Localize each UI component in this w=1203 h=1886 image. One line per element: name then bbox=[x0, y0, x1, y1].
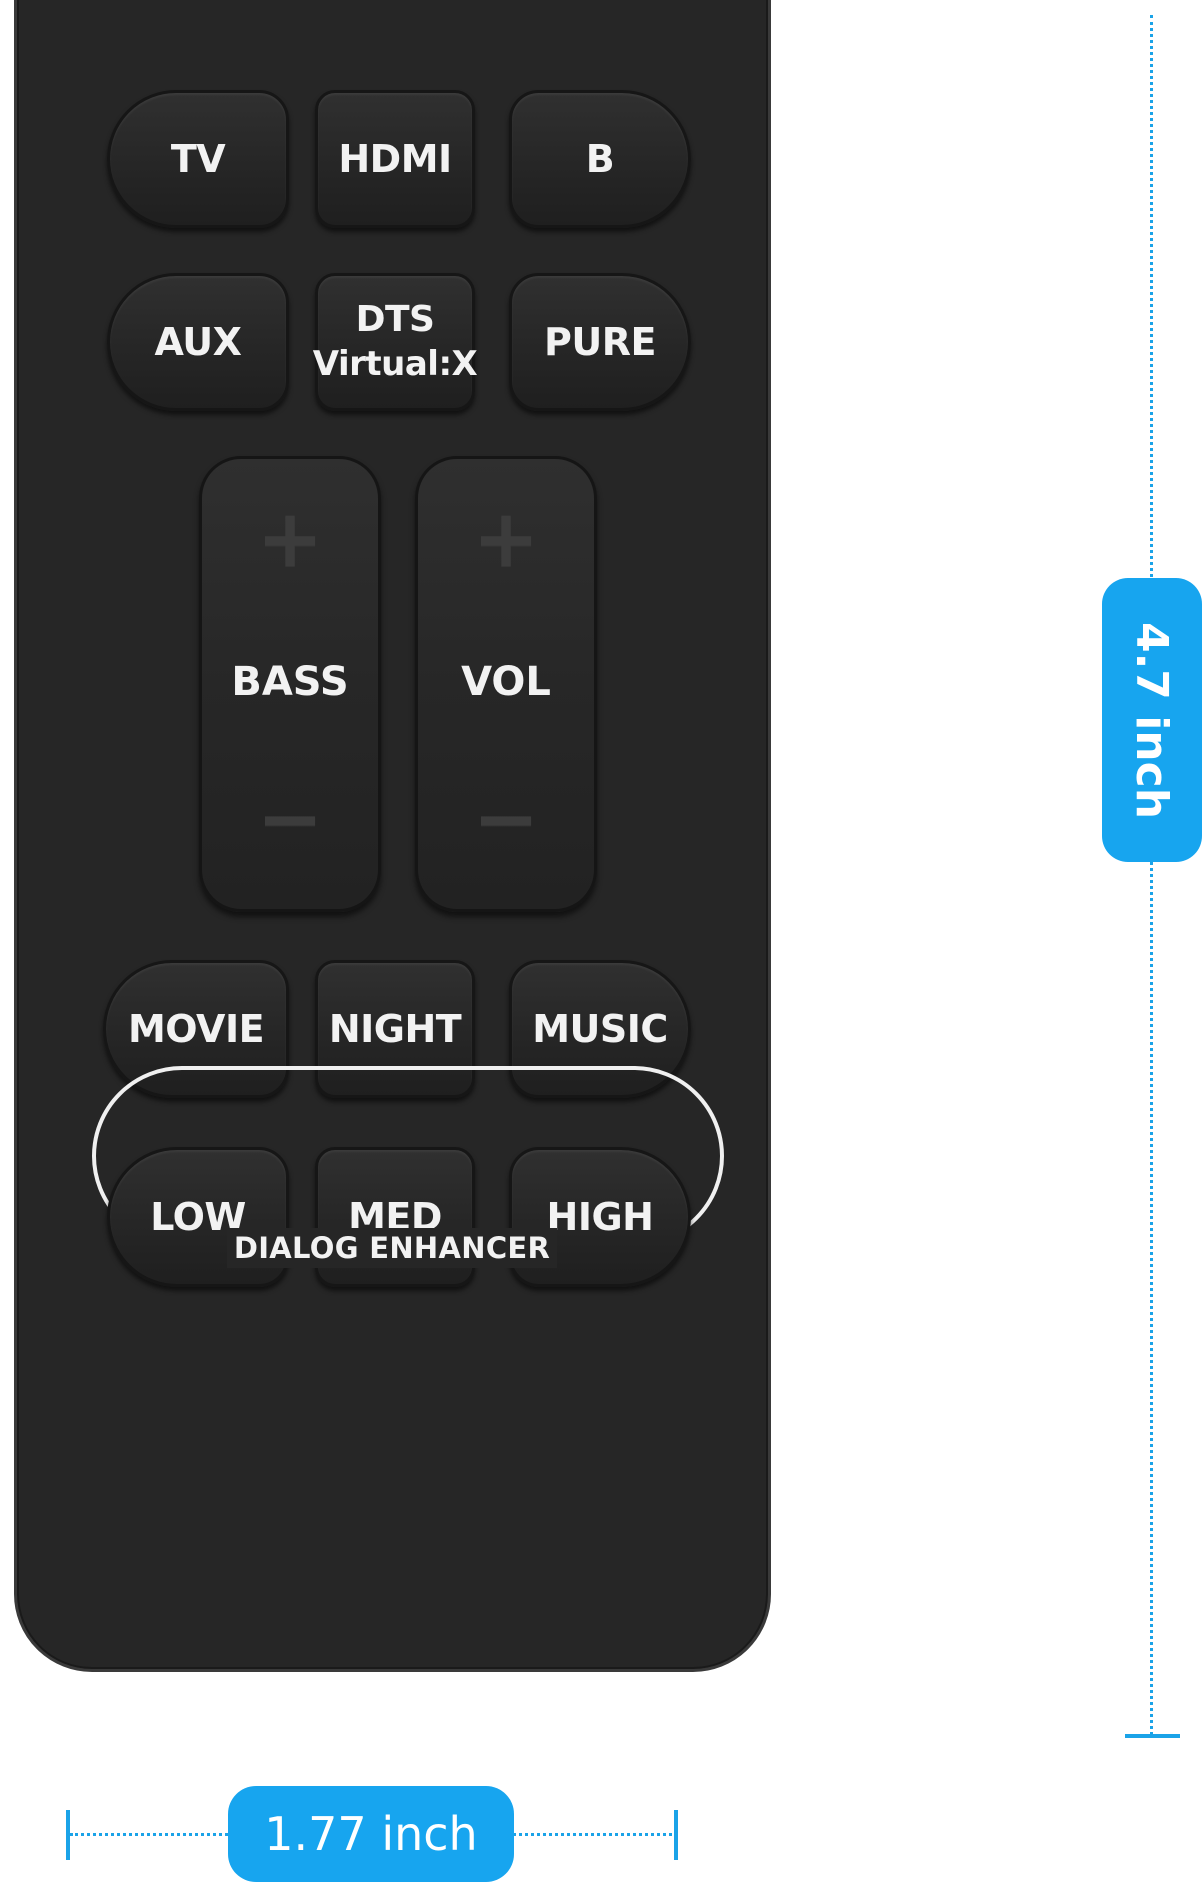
night-button-label: NIGHT bbox=[328, 1007, 462, 1051]
remote-control-body: TV HDMI B AUX DTS Virtual:X PURE + BASS … bbox=[14, 0, 771, 1672]
tv-button-label: TV bbox=[170, 137, 226, 181]
vol-minus-icon[interactable]: − bbox=[418, 779, 594, 859]
high-button-label: HIGH bbox=[546, 1195, 654, 1239]
width-dimension-badge: 1.77 inch bbox=[228, 1786, 514, 1882]
vol-plus-icon[interactable]: + bbox=[418, 499, 594, 579]
height-dimension-cap bbox=[1125, 1734, 1180, 1738]
width-dimension-text: 1.77 inch bbox=[264, 1807, 478, 1861]
bass-minus-icon[interactable]: − bbox=[202, 779, 378, 859]
bass-plus-icon[interactable]: + bbox=[202, 499, 378, 579]
height-dimension-text: 4.7 inch bbox=[1126, 621, 1178, 819]
dts-virtual-x-button[interactable]: DTS Virtual:X bbox=[312, 273, 478, 411]
movie-button-label: MOVIE bbox=[127, 1007, 265, 1051]
bass-rocker[interactable]: + BASS − bbox=[199, 456, 381, 912]
dts-label-line2: Virtual:X bbox=[312, 344, 478, 384]
dialog-enhancer-label: DIALOG ENHANCER bbox=[227, 1228, 557, 1268]
hdmi-button-label: HDMI bbox=[338, 137, 452, 181]
vol-label: VOL bbox=[461, 659, 551, 705]
pure-button-label: PURE bbox=[544, 320, 656, 364]
height-dimension-badge: 4.7 inch bbox=[1102, 578, 1202, 862]
dts-label-line1: DTS bbox=[355, 299, 435, 340]
tv-button[interactable]: TV bbox=[107, 90, 289, 228]
width-dimension-cap-left bbox=[66, 1810, 70, 1860]
aux-button-label: AUX bbox=[154, 320, 242, 364]
pure-button[interactable]: PURE bbox=[509, 273, 691, 411]
hdmi-button[interactable]: HDMI bbox=[315, 90, 475, 228]
b-button[interactable]: B bbox=[509, 90, 691, 228]
music-button-label: MUSIC bbox=[532, 1007, 668, 1051]
bass-label: BASS bbox=[231, 659, 349, 705]
height-dimension-line bbox=[1150, 15, 1153, 1735]
aux-button[interactable]: AUX bbox=[107, 273, 289, 411]
b-button-label: B bbox=[585, 137, 615, 181]
width-dimension-cap-right bbox=[674, 1810, 678, 1860]
vol-rocker[interactable]: + VOL − bbox=[415, 456, 597, 912]
